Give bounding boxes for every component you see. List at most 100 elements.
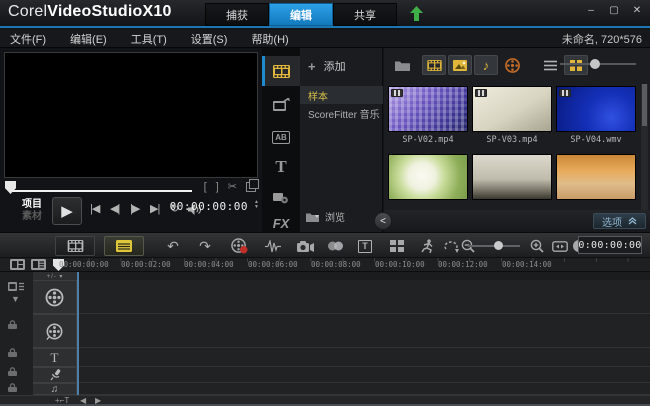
enlarge-preview-icon[interactable] bbox=[246, 182, 256, 192]
menu-help[interactable]: 帮助(H) bbox=[245, 31, 294, 47]
import-folder-icon[interactable] bbox=[390, 55, 414, 75]
tab-share[interactable]: 共享 bbox=[333, 3, 397, 26]
overlay-track-header[interactable] bbox=[33, 314, 77, 348]
prev-frame-button[interactable]: ◀| bbox=[110, 202, 119, 215]
music-track-lock-icon[interactable] bbox=[8, 383, 18, 392]
track-dropdown-arrow-icon[interactable]: ▼ bbox=[11, 294, 20, 304]
filter-photos-icon[interactable] bbox=[448, 55, 472, 75]
preview-screen[interactable] bbox=[4, 52, 258, 178]
voice-track-header[interactable] bbox=[33, 367, 77, 383]
video-track-header[interactable] bbox=[33, 280, 77, 314]
category-scorefitter[interactable]: ScoreFitter 音乐 bbox=[300, 104, 383, 122]
mark-out-button[interactable]: ] bbox=[216, 181, 219, 193]
media-item[interactable] bbox=[472, 154, 552, 200]
timeline-ruler[interactable]: 00:00:00:00 00:00:02:00 00:00:04:00 00:0… bbox=[55, 258, 650, 272]
preview-timecode[interactable]: 00:00:00:00 bbox=[170, 200, 248, 213]
storyboard-view-button[interactable] bbox=[55, 236, 95, 256]
options-button[interactable]: 选项 bbox=[593, 213, 646, 229]
record-capture-icon[interactable] bbox=[226, 235, 252, 257]
browse-folder-icon bbox=[306, 212, 319, 222]
voice-track-lock-icon[interactable] bbox=[8, 367, 18, 376]
menu-settings[interactable]: 设置(S) bbox=[185, 31, 234, 47]
add-category-button[interactable]: + 添加 bbox=[308, 58, 346, 74]
slider-knob[interactable] bbox=[590, 59, 600, 69]
video-track-options-icon[interactable] bbox=[8, 282, 24, 291]
timecode-spinner[interactable]: ▲▼ bbox=[254, 200, 259, 210]
play-button[interactable]: ▶ bbox=[52, 197, 82, 225]
media-item[interactable]: SP-V03.mp4 bbox=[472, 86, 552, 145]
track-manager-icon[interactable] bbox=[31, 259, 46, 270]
next-frame-button[interactable]: |▶ bbox=[130, 202, 139, 215]
timeline-timecode[interactable]: 0:00:00:00 bbox=[578, 236, 642, 254]
track-motion-icon[interactable] bbox=[414, 235, 440, 257]
track-transition-icon[interactable] bbox=[322, 235, 348, 257]
library-scrollbar[interactable] bbox=[641, 84, 648, 230]
voice-track-lane[interactable] bbox=[77, 367, 650, 383]
menu-tools[interactable]: 工具(T) bbox=[125, 31, 173, 47]
scrubber-handle[interactable] bbox=[5, 181, 16, 194]
nav-title[interactable]: T bbox=[262, 152, 300, 182]
upload-arrow-icon[interactable] bbox=[410, 6, 423, 21]
subtitle-editor-button[interactable]: T bbox=[352, 235, 378, 257]
music-track-lane[interactable] bbox=[77, 383, 650, 395]
close-button[interactable]: ✕ bbox=[630, 5, 644, 16]
tab-edit[interactable]: 编辑 bbox=[269, 3, 333, 26]
title-track-header[interactable]: T bbox=[33, 348, 77, 367]
overlay-track-lock-icon[interactable] bbox=[8, 320, 18, 329]
go-end-button[interactable]: ▶| bbox=[150, 202, 159, 215]
video-thumbnail[interactable] bbox=[388, 86, 468, 132]
undo-button[interactable]: ↶ bbox=[160, 235, 186, 257]
nav-media[interactable] bbox=[262, 56, 300, 86]
maximize-button[interactable]: ▢ bbox=[607, 5, 621, 16]
redo-button[interactable]: ↷ bbox=[192, 235, 218, 257]
thumbnail-size-slider[interactable] bbox=[560, 63, 636, 65]
video-track-lane[interactable] bbox=[77, 280, 650, 314]
photo-thumbnail[interactable] bbox=[472, 154, 552, 200]
app-logo: CorelVideoStudioX10 bbox=[8, 3, 172, 21]
mode-project-label[interactable]: 项目 bbox=[22, 199, 42, 211]
browse-button[interactable]: 浏览 bbox=[306, 209, 345, 224]
zoom-slider-knob[interactable] bbox=[494, 241, 503, 250]
ruler-tick: 00:00:02:00 bbox=[121, 260, 171, 269]
media-item[interactable]: SP-V02.mp4 bbox=[388, 86, 468, 145]
multi-track-icon[interactable] bbox=[384, 235, 410, 257]
category-samples[interactable]: 样本 bbox=[300, 86, 383, 104]
playhead-line[interactable] bbox=[77, 272, 79, 395]
title-track-lock-icon[interactable] bbox=[8, 348, 18, 357]
video-thumbnail[interactable] bbox=[472, 86, 552, 132]
timeline-ruler-row: 00:00:00:00 00:00:02:00 00:00:04:00 00:0… bbox=[0, 258, 650, 272]
filter-videos-icon[interactable] bbox=[422, 55, 446, 75]
grid-view-icon[interactable] bbox=[564, 55, 588, 75]
scrollbar-thumb[interactable] bbox=[642, 84, 647, 126]
timeline-zoom-slider[interactable] bbox=[468, 245, 520, 247]
overlay-track-lane[interactable] bbox=[77, 314, 650, 348]
video-thumbnail[interactable] bbox=[556, 86, 636, 132]
list-view-icon[interactable] bbox=[538, 55, 562, 75]
mark-in-button[interactable]: [ bbox=[204, 181, 207, 193]
scrubber-track[interactable] bbox=[12, 190, 192, 192]
split-clip-icon[interactable]: ✂ bbox=[228, 180, 237, 193]
collapse-panel-button[interactable]: < bbox=[374, 212, 392, 230]
nav-instant-project[interactable] bbox=[262, 90, 300, 120]
go-start-button[interactable]: |◀ bbox=[90, 202, 99, 215]
instant-project-camera-icon[interactable] bbox=[292, 235, 318, 257]
media-item[interactable] bbox=[556, 154, 636, 200]
mode-clip-label[interactable]: 素材 bbox=[22, 211, 42, 223]
menu-file[interactable]: 文件(F) bbox=[4, 31, 52, 47]
nav-transition[interactable]: AB bbox=[262, 122, 300, 152]
photo-thumbnail[interactable] bbox=[388, 154, 468, 200]
media-item[interactable]: SP-V04.wmv bbox=[556, 86, 636, 145]
filter-motion-icon[interactable] bbox=[500, 55, 524, 75]
menu-edit[interactable]: 编辑(E) bbox=[64, 31, 113, 47]
show-all-tracks-icon[interactable] bbox=[10, 259, 25, 270]
timeline-view-button[interactable] bbox=[104, 236, 144, 256]
photo-thumbnail[interactable] bbox=[556, 154, 636, 200]
track-add-remove-bar[interactable]: +/- ▾ bbox=[33, 272, 77, 280]
media-item[interactable] bbox=[388, 154, 468, 200]
minimize-button[interactable]: – bbox=[584, 5, 598, 16]
filter-audio-icon[interactable]: ♪ bbox=[474, 55, 498, 75]
sound-mixer-icon[interactable] bbox=[260, 235, 286, 257]
tab-capture[interactable]: 捕获 bbox=[205, 3, 269, 26]
title-track-lane[interactable] bbox=[77, 348, 650, 367]
music-track-header[interactable]: ♫ bbox=[33, 383, 77, 395]
